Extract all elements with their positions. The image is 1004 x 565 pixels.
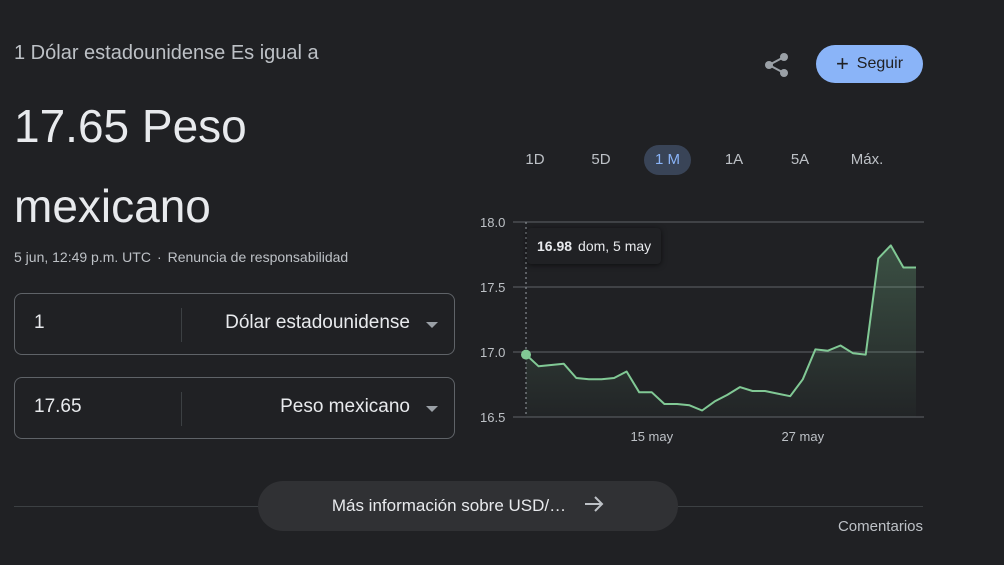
arrow-right-icon — [584, 495, 604, 517]
from-currency-select[interactable]: Dólar estadounidense — [225, 312, 410, 334]
tab-1m[interactable]: 1 M — [644, 145, 691, 175]
x-tick-label: 27 may — [781, 429, 824, 444]
tab-1a[interactable]: 1A — [714, 145, 754, 175]
chevron-down-icon[interactable] — [426, 406, 438, 412]
timestamp-line: 5 jun, 12:49 p.m. UTC · Renuncia de respon… — [14, 249, 348, 265]
chevron-down-icon[interactable] — [426, 322, 438, 328]
timestamp: 5 jun, 12:49 p.m. UTC — [14, 249, 151, 265]
tooltip-value: 16.98 — [537, 238, 573, 254]
tooltip-date: dom, 5 may — [578, 238, 652, 254]
y-tick-label: 17.0 — [480, 345, 505, 360]
y-tick-label: 16.5 — [480, 410, 505, 425]
share-icon[interactable] — [762, 50, 792, 80]
y-tick-label: 18.0 — [480, 215, 505, 230]
tab-max[interactable]: Máx. — [843, 145, 891, 175]
y-tick-label: 17.5 — [480, 280, 505, 295]
field-divider — [181, 308, 182, 342]
conversion-result: 17.65 Peso mexicano — [14, 100, 247, 232]
from-amount-input[interactable]: 1 — [34, 312, 45, 334]
x-tick-label: 15 may — [630, 429, 673, 444]
field-divider — [181, 392, 182, 426]
to-currency-select[interactable]: Peso mexicano — [280, 396, 410, 418]
disclaimer-link[interactable]: Renuncia de responsabilidad — [168, 249, 349, 265]
more-info-button[interactable]: Más información sobre USD/… — [258, 481, 678, 531]
follow-label: Seguir — [856, 55, 904, 72]
hover-point — [521, 349, 531, 360]
from-currency-field: 1 Dólar estadounidense — [14, 293, 455, 355]
to-amount-input[interactable]: 17.65 — [34, 396, 82, 418]
conversion-subtitle: 1 Dólar estadounidense Es igual a — [14, 42, 319, 64]
follow-button[interactable]: + Seguir — [816, 45, 923, 83]
to-currency-field: 17.65 Peso mexicano — [14, 377, 455, 439]
tab-5a[interactable]: 5A — [780, 145, 820, 175]
plus-icon: + — [835, 51, 849, 76]
comments-link[interactable]: Comentarios — [838, 518, 923, 535]
tab-5d[interactable]: 5D — [581, 145, 621, 175]
tab-1d[interactable]: 1D — [515, 145, 555, 175]
series-area — [526, 245, 916, 417]
more-info-label: Más información sobre USD/… — [331, 496, 567, 515]
separator: · — [156, 249, 162, 265]
chart-tooltip: 16.98 dom, 5 may — [527, 228, 662, 264]
